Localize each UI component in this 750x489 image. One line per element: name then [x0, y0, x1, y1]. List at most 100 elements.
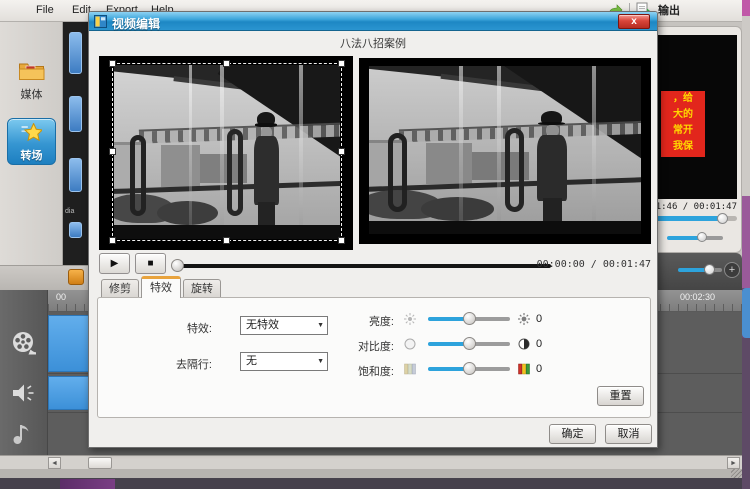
scene-shape [369, 221, 641, 234]
stop-button[interactable]: ■ [135, 253, 166, 274]
subtitle-line: 大的 [661, 107, 705, 123]
ok-button[interactable]: 确定 [549, 424, 596, 444]
seek-handle[interactable] [717, 213, 728, 224]
scrollbar-thumb[interactable] [88, 457, 112, 469]
saturation-label: 饱和度: [294, 363, 394, 379]
menu-file[interactable]: File [36, 4, 54, 16]
scene-shape [157, 201, 218, 225]
brightness-low-icon [404, 313, 416, 325]
transition-library-strip: dia [63, 22, 88, 288]
scene-shape [130, 135, 146, 217]
desktop-wallpaper [60, 479, 115, 489]
scene-shape [388, 133, 407, 212]
scene-shape [497, 66, 501, 234]
deinterlace-value: 无 [246, 355, 257, 367]
desktop-edge-bottom [0, 478, 750, 489]
star-icon [21, 123, 42, 143]
subtitle-line: 我保 [661, 139, 705, 155]
effects-panel: 特效: 无特效 ▼ 去隔行: 无 ▼ 亮度: 0 对比度: [97, 297, 651, 418]
result-preview [359, 58, 651, 244]
scene-shape [161, 145, 199, 187]
contrast-label: 对比度: [294, 338, 394, 354]
tab-rotate[interactable]: 旋转 [183, 279, 221, 298]
volume-handle[interactable] [697, 232, 707, 242]
effect-value: 无特效 [246, 319, 279, 331]
timeline-scrollbar[interactable]: ◄ ► [0, 455, 742, 469]
scene-shape [114, 225, 340, 239]
dialog-seek-handle[interactable] [171, 259, 184, 272]
brightness-handle[interactable] [463, 312, 476, 325]
scene-person [252, 112, 281, 234]
dialog-icon [94, 15, 107, 28]
contrast-high-icon [518, 338, 530, 350]
deinterlace-label: 去隔行: [138, 356, 212, 372]
scene-shape [592, 66, 596, 234]
ruler-start-label: 00 [56, 292, 66, 302]
desktop-edge-right [742, 0, 750, 489]
tab-effects[interactable]: 特效 [141, 276, 181, 298]
transitions-button[interactable]: 转场 [7, 118, 56, 165]
saturation-handle[interactable] [463, 362, 476, 375]
subtitle-line: ，给 [661, 91, 705, 107]
library-thumbnail[interactable] [69, 222, 82, 238]
media-button[interactable]: 媒体 [0, 60, 63, 118]
media-label: 媒体 [0, 86, 63, 102]
library-thumbnail[interactable] [69, 158, 82, 192]
zoom-handle[interactable] [704, 264, 715, 275]
brightness-slider[interactable] [428, 317, 510, 321]
scene-shape [299, 65, 303, 239]
video-frame-scene [369, 66, 641, 234]
track-headers [0, 290, 48, 455]
video-track-icon [11, 330, 37, 356]
ruler-time-label: 00:02:30 [680, 292, 715, 302]
play-button[interactable]: ▶ [99, 253, 130, 274]
timeline-zoom-slider[interactable] [678, 268, 722, 272]
contrast-handle[interactable] [463, 337, 476, 350]
background-taskbar-edge [742, 288, 750, 338]
contrast-low-icon [404, 338, 416, 350]
library-thumbnail[interactable] [69, 96, 82, 132]
tab-trim[interactable]: 修剪 [101, 279, 139, 298]
cancel-button[interactable]: 取消 [605, 424, 652, 444]
left-sidebar: 媒体 转场 [0, 22, 63, 288]
desktop-wallpaper [742, 0, 750, 16]
close-button[interactable]: x [618, 14, 650, 29]
brightness-label: 亮度: [294, 313, 394, 329]
zoom-in-button[interactable]: + [724, 262, 740, 278]
dialog-titlebar[interactable]: 视频编辑 x [89, 12, 657, 31]
clip-title: 八法八招案例 [89, 35, 657, 51]
contrast-slider[interactable] [428, 342, 510, 346]
saturation-high-icon [518, 363, 530, 375]
resize-grip[interactable] [731, 469, 742, 478]
library-item-label: dia [65, 208, 74, 215]
status-bar [0, 469, 742, 478]
scroll-right-button[interactable]: ► [727, 457, 740, 469]
desktop-wallpaper [742, 196, 750, 288]
desktop-wallpaper [742, 338, 750, 489]
brightness-value: 0 [536, 313, 542, 325]
video-edit-dialog: 视频编辑 x 八法八招案例 [88, 11, 658, 448]
brightness-high-icon [518, 313, 530, 325]
output-button[interactable]: 输出 [658, 2, 680, 18]
library-thumbnail[interactable] [69, 32, 82, 74]
scene-shape [220, 65, 224, 239]
folder-icon [18, 60, 45, 81]
transitions-label: 转场 [8, 147, 55, 163]
app-window: File Edit Export Help 输出 媒体 [0, 0, 750, 489]
saturation-value: 0 [536, 363, 542, 375]
audio-track-icon [11, 382, 36, 404]
scene-shape [426, 143, 472, 183]
scene-person [535, 111, 570, 229]
volume-slider[interactable] [667, 236, 723, 240]
timeline-tool-icon[interactable] [68, 269, 84, 285]
video-frame-scene [114, 65, 340, 239]
saturation-slider[interactable] [428, 367, 510, 371]
reset-button[interactable]: 重置 [597, 386, 644, 406]
scene-shape [505, 128, 524, 212]
edit-preview[interactable] [99, 56, 353, 250]
subtitle-overlay: ，给 大的 常开 我保 [661, 91, 705, 157]
scene-shape [227, 129, 243, 216]
scroll-left-button[interactable]: ◄ [48, 457, 61, 469]
music-track-icon [11, 421, 33, 445]
dialog-time-display: 00:00:00 / 00:01:47 [469, 259, 651, 270]
